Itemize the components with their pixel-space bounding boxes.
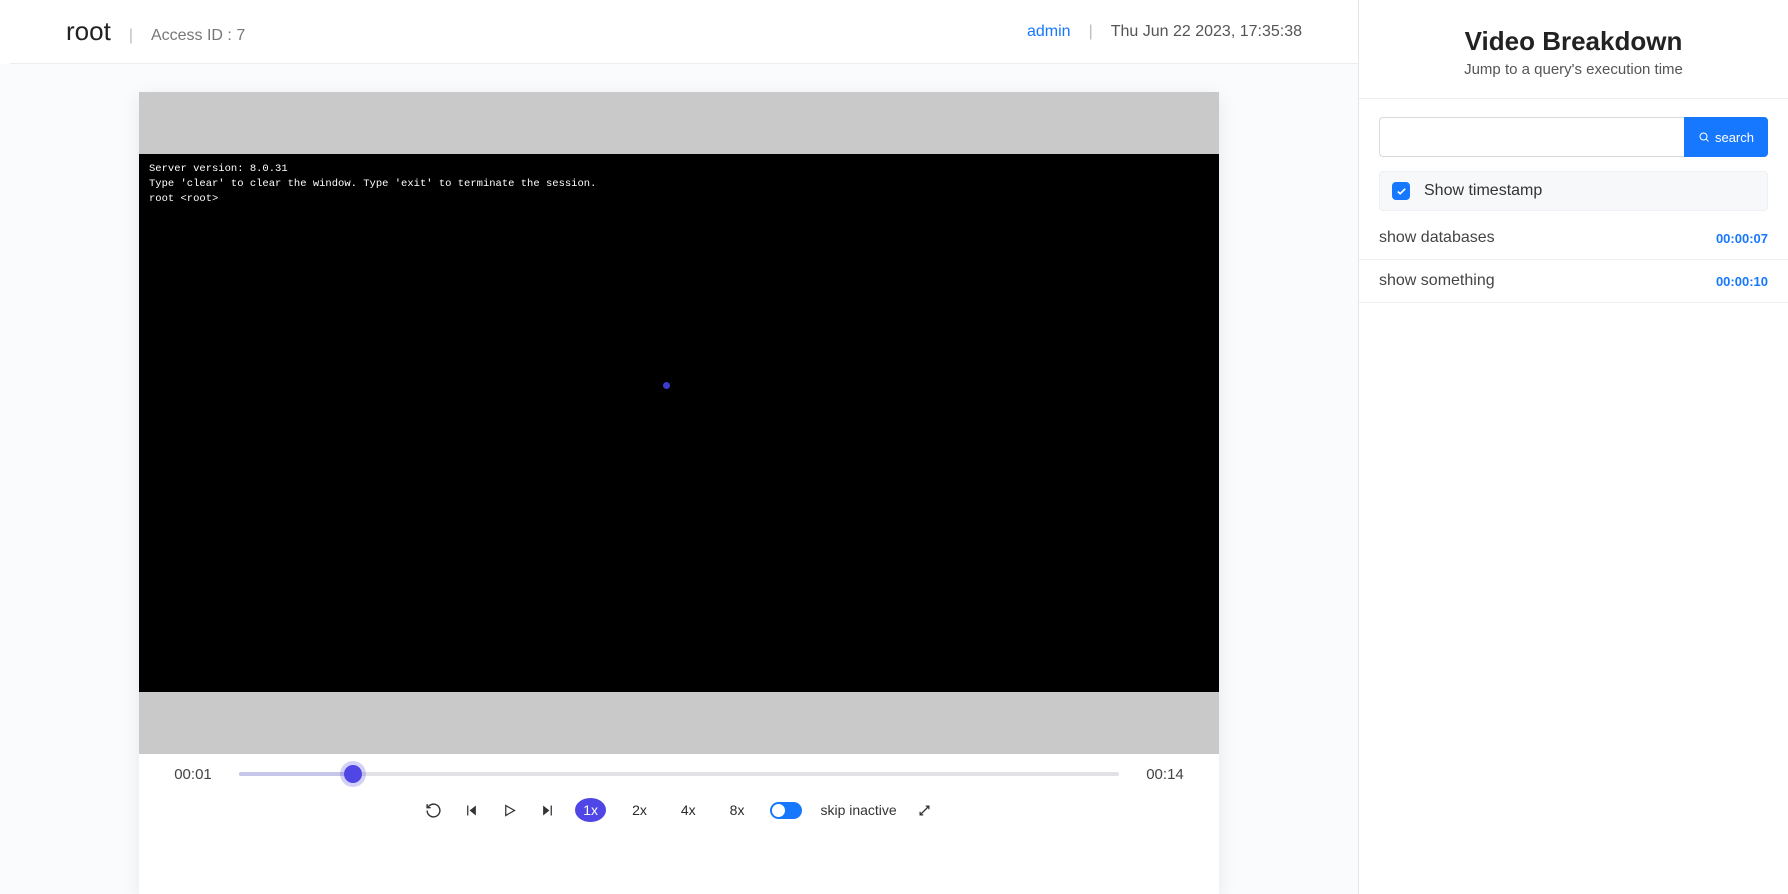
user-link[interactable]: admin [1027, 23, 1071, 41]
sidebar-title: Video Breakdown [1379, 26, 1768, 57]
access-id-label: Access ID : 7 [151, 27, 245, 45]
play-icon[interactable] [499, 800, 519, 820]
query-list: show databases 00:00:07 show something 00:0… [1359, 217, 1788, 303]
letterbox-top [139, 92, 1219, 154]
speed-1x[interactable]: 1x [575, 798, 606, 822]
skip-inactive-label: skip inactive [820, 802, 896, 818]
loading-dot-icon [663, 382, 670, 389]
query-row[interactable]: show something 00:00:10 [1359, 260, 1788, 303]
query-row[interactable]: show databases 00:00:07 [1359, 217, 1788, 260]
current-time: 00:01 [167, 766, 219, 783]
separator: | [129, 27, 133, 45]
query-text: show something [1379, 272, 1495, 290]
restart-icon[interactable] [423, 800, 443, 820]
top-bar: root | Access ID : 7 admin | Thu Jun 22 … [10, 0, 1358, 64]
letterbox-bottom [139, 692, 1219, 754]
show-timestamp-row[interactable]: Show timestamp [1379, 171, 1768, 211]
speed-4x[interactable]: 4x [673, 798, 704, 822]
sidebar: Video Breakdown Jump to a query's execut… [1358, 0, 1788, 894]
terminal-line: Type 'clear' to clear the window. Type '… [149, 177, 1209, 192]
speed-8x[interactable]: 8x [722, 798, 753, 822]
checkbox-checked-icon[interactable] [1392, 182, 1410, 200]
speed-2x[interactable]: 2x [624, 798, 655, 822]
progress-track[interactable] [239, 764, 1119, 784]
skip-inactive-toggle[interactable] [770, 802, 802, 819]
terminal-screen: Server version: 8.0.31 Type 'clear' to c… [139, 154, 1219, 692]
fullscreen-icon[interactable] [915, 800, 935, 820]
query-timestamp[interactable]: 00:00:10 [1716, 274, 1768, 289]
terminal-line: root <root> [149, 192, 1209, 207]
search-icon [1698, 131, 1710, 143]
total-time: 00:14 [1139, 766, 1191, 783]
skip-forward-icon[interactable] [537, 800, 557, 820]
skip-back-icon[interactable] [461, 800, 481, 820]
session-datetime: Thu Jun 22 2023, 17:35:38 [1111, 23, 1302, 41]
separator: | [1089, 23, 1093, 41]
search-button[interactable]: search [1684, 117, 1768, 157]
progress-thumb[interactable] [344, 765, 362, 783]
search-input[interactable] [1379, 117, 1684, 157]
show-timestamp-label: Show timestamp [1424, 182, 1542, 200]
page-title: root [66, 16, 111, 47]
query-timestamp[interactable]: 00:00:07 [1716, 231, 1768, 246]
search-button-label: search [1715, 130, 1754, 145]
video-player: Server version: 8.0.31 Type 'clear' to c… [139, 92, 1219, 894]
terminal-line: Server version: 8.0.31 [149, 162, 1209, 177]
player-controls: 00:01 00:14 [139, 754, 1219, 836]
query-text: show databases [1379, 229, 1495, 247]
sidebar-subtitle: Jump to a query's execution time [1379, 61, 1768, 78]
